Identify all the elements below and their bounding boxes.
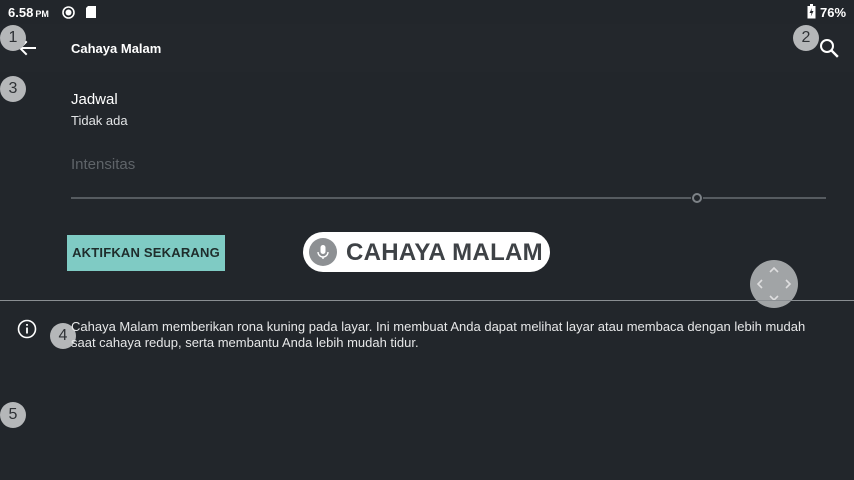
status-time-ampm: PM (35, 9, 49, 19)
schedule-title: Jadwal (71, 91, 118, 108)
marker-5: 5 (0, 402, 26, 428)
intensity-label: Intensitas (71, 156, 136, 173)
marker-2: 2 (793, 25, 819, 51)
divider (0, 300, 854, 301)
status-time-value: 6.58 (8, 5, 34, 20)
intensity-slider-track-remaining[interactable] (703, 197, 826, 199)
activate-now-button[interactable]: AKTIFKAN SEKARANG (67, 235, 225, 271)
page-title: Cahaya Malam (71, 41, 162, 56)
voice-access-text: CAHAYA MALAM (346, 239, 543, 266)
schedule-setting[interactable] (60, 82, 820, 138)
info-description: Cahaya Malam memberikan rona kuning pada… (71, 319, 806, 350)
marker-3: 3 (0, 76, 26, 102)
battery-percent: 76% (820, 5, 847, 20)
sd-card-icon (85, 5, 97, 19)
mic-icon (309, 238, 337, 266)
search-button[interactable] (815, 34, 843, 62)
search-icon (820, 39, 839, 58)
intensity-slider-thumb[interactable] (692, 193, 702, 203)
battery-icon (807, 4, 816, 19)
intensity-slider-track[interactable] (71, 197, 691, 199)
schedule-value: Tidak ada (71, 113, 128, 128)
status-time: 6.58 PM (8, 5, 49, 20)
notification-icon (62, 6, 75, 19)
marker-1: 1 (0, 25, 26, 51)
info-icon (16, 318, 38, 340)
status-bar (0, 0, 854, 24)
